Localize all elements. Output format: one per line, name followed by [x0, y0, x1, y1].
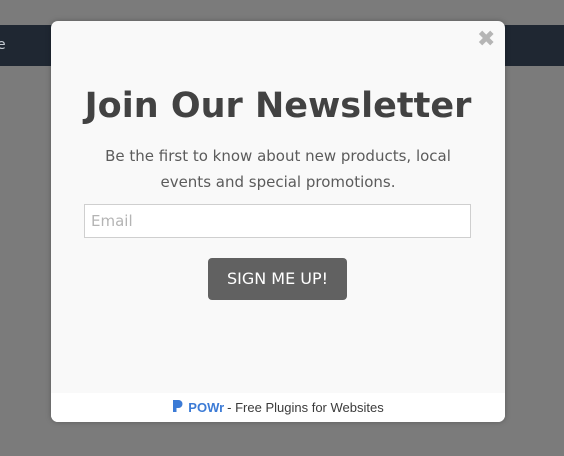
powr-logo-icon [172, 399, 184, 416]
close-icon[interactable]: ✖ [477, 29, 495, 51]
popup-title: Join Our Newsletter [84, 86, 472, 126]
powr-link[interactable]: POWr [172, 399, 224, 416]
email-field[interactable] [84, 204, 471, 238]
footer-tagline: - Free Plugins for Websites [227, 400, 384, 415]
powr-footer: POWr - Free Plugins for Websites [51, 393, 505, 422]
newsletter-popup: ✖ Join Our Newsletter Be the first to kn… [51, 21, 505, 422]
sign-up-button[interactable]: SIGN ME UP! [208, 258, 347, 300]
nav-item-fragment: e [0, 37, 6, 53]
powr-brand: POWr [188, 400, 225, 415]
popup-subtitle: Be the first to know about new products,… [105, 147, 451, 191]
